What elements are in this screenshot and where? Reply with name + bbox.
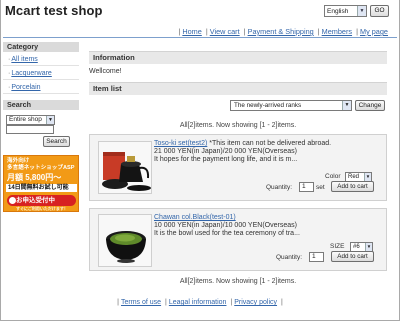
site-title[interactable]: Mcart test shop xyxy=(5,3,103,18)
header-divider xyxy=(3,37,397,38)
footer-privacy-policy[interactable]: Privacy policy xyxy=(234,299,277,306)
banner-trial: 14日間無料お試し可能 xyxy=(6,184,77,192)
product-image[interactable] xyxy=(98,214,152,267)
bullet-icon: · xyxy=(8,56,11,63)
footer-legal-information[interactable]: Leagal information xyxy=(169,299,227,306)
toso-set-image xyxy=(99,142,151,193)
chevron-down-icon: ▼ xyxy=(46,116,54,124)
nav-view-cart[interactable]: View cart xyxy=(210,27,240,36)
category-heading: Category xyxy=(3,42,79,52)
go-button[interactable]: GO xyxy=(370,5,389,17)
banner-cta: お申込受付中 xyxy=(7,195,76,206)
search-scope-select[interactable]: Entire shop ▼ xyxy=(6,115,55,125)
search-button[interactable]: Search xyxy=(43,136,70,147)
banner-price: 月額 5,800円〜 xyxy=(7,173,62,182)
search-heading: Search xyxy=(3,100,79,110)
chawan-bowl-image xyxy=(99,215,151,266)
size-value: #6 xyxy=(353,244,360,250)
product-description: It hopes for the payment long life, and … xyxy=(154,156,298,163)
product-card: Toso-ki set(test2) *This item can not be … xyxy=(89,134,387,201)
search-scope-value: Entire shop xyxy=(9,116,42,123)
sidebar-item-all-items[interactable]: ·All items xyxy=(3,53,79,66)
nav-my-page[interactable]: My page xyxy=(360,27,388,36)
information-heading: Information xyxy=(89,51,387,64)
product-price: 21 000 YEN(in Japan)/20 000 YEN(Overseas… xyxy=(154,148,297,155)
quantity-label: Quantity: xyxy=(266,184,293,191)
product-description: It is the bowl used for the tea ceremony… xyxy=(154,230,300,237)
chevron-down-icon: ▼ xyxy=(364,173,371,181)
color-label: Color xyxy=(325,173,341,180)
product-title: Chawan col.Black(test-01) xyxy=(154,214,238,221)
sidebar-item-label: Lacquerware xyxy=(11,70,52,77)
language-select[interactable]: English ▼ xyxy=(324,5,367,17)
quantity-label: Quantity: xyxy=(276,254,303,261)
product-note: *This item can not be delivered abroad. xyxy=(209,140,332,147)
sidebar-item-porcelain[interactable]: ·Porcelain xyxy=(3,81,79,94)
quantity-input[interactable]: 1 xyxy=(309,252,324,262)
add-to-cart-button[interactable]: Add to cart xyxy=(331,251,374,262)
chevron-down-icon: ▼ xyxy=(342,101,351,110)
language-value: English xyxy=(327,8,349,15)
size-label: SIZE xyxy=(330,243,345,250)
item-list-heading: Item list xyxy=(89,82,387,95)
sidebar-item-label: Porcelain xyxy=(11,84,41,91)
chevron-down-icon: ▼ xyxy=(357,6,366,16)
sidebar-item-label: All items xyxy=(11,56,38,63)
footer-navigation: | Terms of use | Leagal information | Priva… xyxy=(117,299,283,306)
item-count-bottom: All[2]items. Now showing [1 - 2]items. xyxy=(179,278,297,285)
promo-banner[interactable]: 海外向け 多言語ネットショップASP 月額 5,800円〜 14日間無料お試し可… xyxy=(3,155,79,212)
banner-line-2: 多言語ネットショップASP xyxy=(7,165,75,171)
nav-members[interactable]: Members xyxy=(322,27,352,36)
sort-order-select[interactable]: The newly-arrived ranks ▼ xyxy=(230,100,352,111)
top-navigation: | Home | View cart | Payment & Shipping | Me… xyxy=(178,27,388,36)
footer-terms-of-use[interactable]: Terms of use xyxy=(121,299,161,306)
bullet-icon: · xyxy=(8,84,11,91)
circle-icon xyxy=(9,197,16,204)
search-input[interactable] xyxy=(6,125,54,134)
product-name-link[interactable]: Chawan col.Black(test-01) xyxy=(154,214,236,221)
sort-order-value: The newly-arrived ranks xyxy=(234,102,302,109)
nav-payment-shipping[interactable]: Payment & Shipping xyxy=(248,27,314,36)
product-name-link[interactable]: Toso-ki set(test2) xyxy=(154,140,207,147)
banner-subtext: すぐにご利用いただけます！ xyxy=(16,206,68,211)
product-card: Chawan col.Black(test-01) 10 000 YEN(in … xyxy=(89,208,387,271)
add-to-cart-button[interactable]: Add to cart xyxy=(331,181,374,192)
product-title: Toso-ki set(test2) *This item can not be … xyxy=(154,140,331,147)
banner-cta-label: お申込受付中 xyxy=(16,197,55,204)
color-value: Red xyxy=(348,174,360,180)
quantity-input[interactable]: 1 xyxy=(299,182,314,192)
sidebar-item-lacquerware[interactable]: ·Lacquerware xyxy=(3,67,79,80)
nav-home[interactable]: Home xyxy=(182,27,201,36)
product-image[interactable] xyxy=(98,141,152,194)
bullet-icon: · xyxy=(8,70,11,77)
change-sort-button[interactable]: Change xyxy=(355,100,385,111)
chevron-down-icon: ▼ xyxy=(365,243,372,251)
unit-label: set xyxy=(316,184,325,191)
welcome-text: Wellcome! xyxy=(89,68,122,75)
banner-line-1: 海外向け xyxy=(7,158,30,164)
item-count-top: All[2]items. Now showing [1 - 2]items. xyxy=(179,122,297,129)
product-price: 10 000 YEN(in Japan)/10 000 YEN(Overseas… xyxy=(154,222,297,229)
